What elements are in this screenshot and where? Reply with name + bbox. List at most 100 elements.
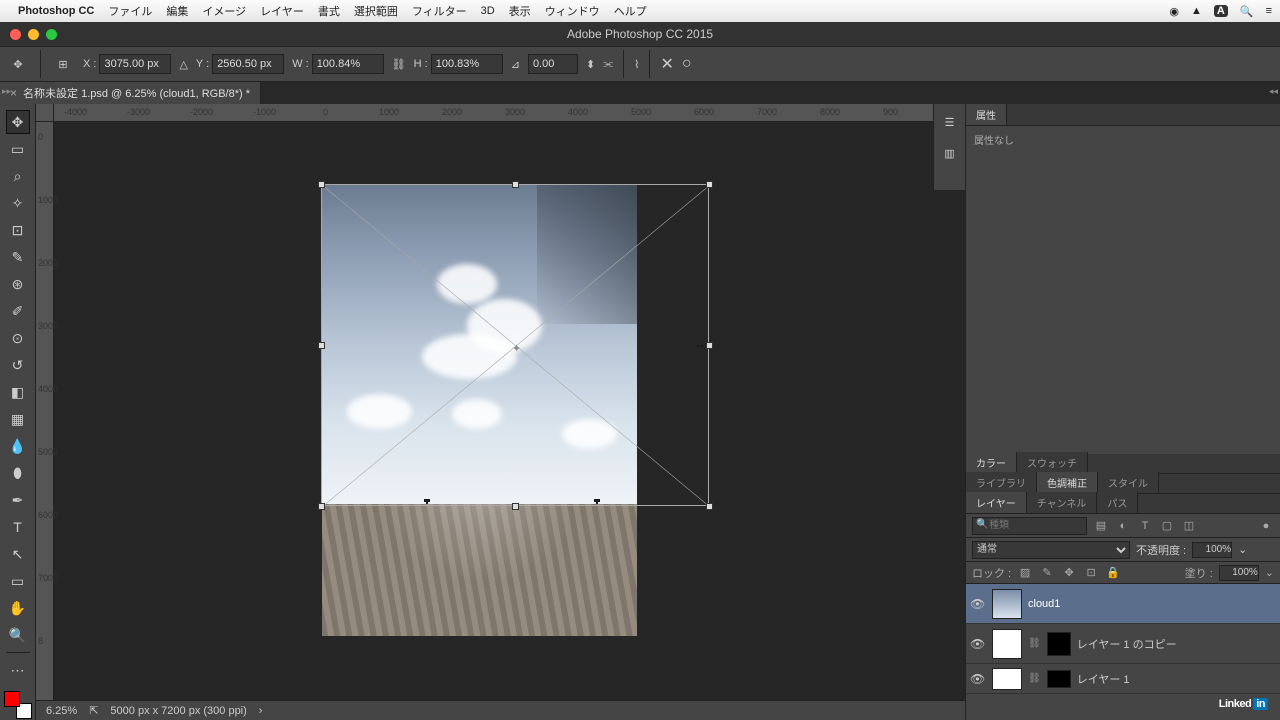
spotlight-icon[interactable]: 🔍 (1240, 5, 1254, 18)
tab-layers[interactable]: レイヤー (966, 492, 1027, 513)
lasso-tool[interactable]: ⌕ (6, 164, 30, 188)
cc-icon[interactable]: ◉ (1169, 5, 1179, 18)
lock-paint-icon[interactable]: ✎ (1039, 565, 1055, 581)
layer-mask-thumbnail[interactable] (1047, 670, 1071, 688)
type-tool[interactable]: T (6, 515, 30, 539)
document-tab[interactable]: × 名称未設定 1.psd @ 6.25% (cloud1, RGB/8*) * (0, 82, 261, 104)
gradient-tool[interactable]: ▦ (6, 407, 30, 431)
tab-libraries[interactable]: ライブラリ (966, 472, 1037, 493)
menu-file[interactable]: ファイル (108, 3, 152, 19)
notification-icon[interactable]: ▲ (1191, 5, 1202, 17)
move-tool[interactable]: ✥ (6, 110, 30, 134)
tab-color[interactable]: カラー (966, 452, 1017, 473)
tab-properties[interactable]: 属性 (966, 104, 1007, 125)
transform-handle-ne[interactable] (706, 181, 713, 188)
layer-filter-input[interactable] (972, 517, 1087, 535)
reference-point-icon[interactable]: ⊞ (51, 52, 75, 76)
blend-mode-select[interactable]: 通常 (972, 541, 1130, 559)
transform-handle-e[interactable] (706, 342, 713, 349)
swap-xy-icon[interactable]: △ (179, 58, 187, 71)
opacity-chevron-icon[interactable]: ⌄ (1238, 543, 1247, 556)
angle-input[interactable] (528, 54, 578, 74)
x-input[interactable] (99, 54, 171, 74)
close-window[interactable] (10, 29, 21, 40)
menu-edit[interactable]: 編集 (166, 3, 188, 19)
layer-row[interactable]: 👁 cloud1 (966, 584, 1280, 624)
menu-3d[interactable]: 3D (481, 5, 495, 17)
shape-tool[interactable]: ▭ (6, 569, 30, 593)
status-menu-icon[interactable]: › (259, 705, 263, 717)
visibility-icon[interactable]: 👁 (970, 637, 986, 651)
doc-info[interactable]: 5000 px x 7200 px (300 ppi) (110, 705, 246, 717)
color-swatches[interactable] (4, 691, 32, 719)
hand-tool[interactable]: ✋ (6, 596, 30, 620)
tab-swatches[interactable]: スウォッチ (1017, 452, 1088, 473)
eraser-tool[interactable]: ◧ (6, 380, 30, 404)
filter-type-icon[interactable]: T (1137, 518, 1153, 534)
tab-channels[interactable]: チャンネル (1027, 492, 1098, 513)
menu-layer[interactable]: レイヤー (260, 3, 304, 19)
menu-image[interactable]: イメージ (202, 3, 246, 19)
filter-pixel-icon[interactable]: ▤ (1093, 518, 1109, 534)
stamp-tool[interactable]: ⊙ (6, 326, 30, 350)
menu-extras-icon[interactable]: ≡ (1266, 5, 1272, 17)
cancel-transform-icon[interactable]: ✕ (660, 54, 673, 74)
actions-panel-icon[interactable]: ▥ (944, 147, 954, 160)
fill-chevron-icon[interactable]: ⌄ (1265, 566, 1274, 579)
menu-window[interactable]: ウィンドウ (545, 3, 600, 19)
tab-adjustments[interactable]: 色調補正 (1037, 472, 1098, 493)
fill-input[interactable] (1219, 565, 1259, 581)
filter-toggle-icon[interactable]: ● (1258, 518, 1274, 534)
w-input[interactable] (312, 54, 384, 74)
collapse-right-icon[interactable]: ◂◂ (1269, 86, 1278, 97)
layer-thumbnail[interactable] (992, 629, 1022, 659)
menu-help[interactable]: ヘルプ (614, 3, 647, 19)
filter-smart-icon[interactable]: ◫ (1181, 518, 1197, 534)
minimize-window[interactable] (28, 29, 39, 40)
layer-mask-thumbnail[interactable] (1047, 632, 1071, 656)
collapse-left-icon[interactable]: ▸▸ (2, 86, 11, 97)
link-icon[interactable]: ⛓ (1028, 638, 1041, 649)
healing-tool[interactable]: ⊛ (6, 272, 30, 296)
blur-tool[interactable]: 💧 (6, 434, 30, 458)
ruler-origin[interactable] (36, 104, 54, 122)
commit-transform-icon[interactable]: ○ (682, 55, 692, 73)
lock-artboard-icon[interactable]: ⊡ (1083, 565, 1099, 581)
visibility-icon[interactable]: 👁 (970, 672, 986, 686)
opacity-input[interactable] (1192, 542, 1232, 558)
layer-thumbnail[interactable] (992, 589, 1022, 619)
eyedropper-tool[interactable]: ✎ (6, 245, 30, 269)
marquee-tool[interactable]: ▭ (6, 137, 30, 161)
visibility-icon[interactable]: 👁 (970, 597, 986, 611)
h-input[interactable] (431, 54, 503, 74)
layer-name[interactable]: レイヤー 1 のコピー (1077, 636, 1177, 652)
link-icon[interactable]: ⛓ (1028, 673, 1041, 684)
close-tab-icon[interactable]: × (10, 86, 17, 100)
zoom-window[interactable] (46, 29, 57, 40)
dodge-tool[interactable]: ⬮ (6, 461, 30, 485)
menu-filter[interactable]: フィルター (412, 3, 467, 19)
tab-styles[interactable]: スタイル (1098, 472, 1159, 493)
transform-handle-se[interactable] (706, 503, 713, 510)
path-select-tool[interactable]: ↖ (6, 542, 30, 566)
link-wh-icon[interactable]: ⛓ (392, 58, 406, 71)
lock-transparent-icon[interactable]: ▨ (1017, 565, 1033, 581)
y-input[interactable] (212, 54, 284, 74)
lock-position-icon[interactable]: ✥ (1061, 565, 1077, 581)
zoom-level[interactable]: 6.25% (46, 705, 77, 717)
history-brush-tool[interactable]: ↺ (6, 353, 30, 377)
ruler-horizontal[interactable]: -4000-3000 -2000-1000 01000 20003000 400… (54, 104, 965, 122)
menu-select[interactable]: 選択範囲 (354, 3, 398, 19)
canvas-area[interactable]: -4000-3000 -2000-1000 01000 20003000 400… (36, 104, 965, 720)
ruler-vertical[interactable]: 01000 20003000 40005000 60007000 8 (36, 122, 54, 720)
lock-all-icon[interactable]: 🔒 (1105, 565, 1121, 581)
brush-tool[interactable]: ✐ (6, 299, 30, 323)
layer-row[interactable]: 👁 ⛓ レイヤー 1 のコピー (966, 624, 1280, 664)
filter-adjust-icon[interactable]: ◐ (1115, 518, 1131, 534)
tab-paths[interactable]: パス (1097, 492, 1138, 513)
user-badge[interactable]: A (1214, 5, 1228, 17)
crop-tool[interactable]: ⊡ (6, 218, 30, 242)
edit-toolbar[interactable]: ⋯ (6, 658, 30, 682)
skew-h-icon[interactable]: ⬍ (586, 58, 595, 71)
skew-v-icon[interactable]: ⫘ (603, 58, 613, 71)
